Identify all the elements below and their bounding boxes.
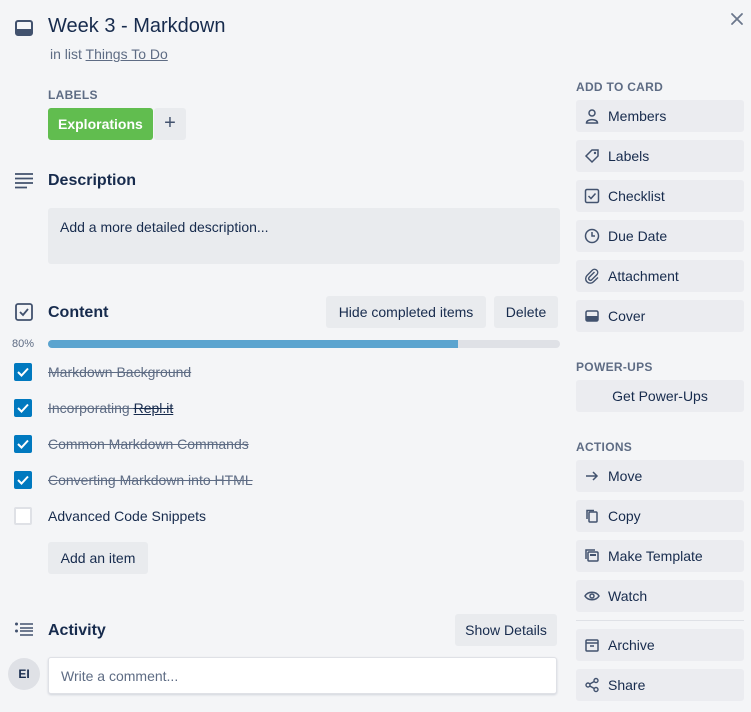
checkbox-checked[interactable]	[14, 363, 32, 381]
checklist-item-text: Incorporating	[48, 400, 134, 416]
checklist-item[interactable]: Converting Markdown into HTML	[48, 472, 253, 488]
checklist-item[interactable]: Markdown Background	[48, 364, 191, 380]
show-details-button[interactable]: Show Details	[455, 614, 557, 646]
add-item-button[interactable]: Add an item	[48, 542, 148, 574]
checkbox-checked[interactable]	[14, 471, 32, 489]
share-icon	[584, 677, 600, 693]
watch-label: Watch	[608, 588, 648, 604]
description-heading: Description	[48, 172, 137, 189]
watch-button[interactable]: Watch	[576, 580, 744, 612]
labels-heading: LABELS	[48, 88, 98, 102]
share-button[interactable]: Share	[576, 669, 744, 701]
due-date-button[interactable]: Due Date	[576, 220, 744, 252]
eye-icon	[584, 588, 600, 604]
card-list-info: in list Things To Do	[50, 46, 168, 62]
labels-button[interactable]: Labels	[576, 140, 744, 172]
description-icon	[14, 172, 34, 190]
replit-link[interactable]: Repl.it	[134, 400, 174, 416]
share-label: Share	[608, 677, 646, 693]
members-label: Members	[608, 108, 667, 124]
add-label-button[interactable]: +	[154, 108, 186, 140]
checklist-item[interactable]: Advanced Code Snippets	[48, 508, 206, 524]
checkbox-unchecked[interactable]	[14, 507, 32, 525]
checkbox-checked[interactable]	[14, 399, 32, 417]
archive-button[interactable]: Archive	[576, 629, 744, 661]
person-icon	[584, 108, 600, 124]
attachment-label: Attachment	[608, 268, 679, 284]
cover-label: Cover	[608, 308, 646, 324]
sidebar-divider	[576, 620, 744, 621]
checklist-icon	[584, 188, 600, 204]
cover-button[interactable]: Cover	[576, 300, 744, 332]
paperclip-icon	[584, 268, 600, 284]
attachment-button[interactable]: Attachment	[576, 260, 744, 292]
power-ups-heading: POWER-UPS	[576, 360, 653, 374]
progress-percent: 80%	[12, 338, 35, 350]
delete-checklist-button[interactable]: Delete	[494, 296, 558, 328]
archive-icon	[584, 637, 600, 653]
card-icon	[14, 18, 34, 38]
tag-icon	[584, 148, 600, 164]
clock-icon	[584, 228, 600, 244]
checklist-label: Checklist	[608, 188, 665, 204]
activity-heading: Activity	[48, 622, 106, 639]
activity-icon	[14, 622, 34, 640]
copy-button[interactable]: Copy	[576, 500, 744, 532]
hide-completed-button[interactable]: Hide completed items	[326, 296, 486, 328]
close-icon[interactable]	[726, 8, 748, 30]
checklist-button[interactable]: Checklist	[576, 180, 744, 212]
comment-input[interactable]	[49, 658, 556, 693]
labels-label: Labels	[608, 148, 650, 164]
checklist-heading[interactable]: Content	[48, 304, 108, 322]
label-explorations[interactable]: Explorations	[48, 108, 153, 140]
checkbox-checked[interactable]	[14, 435, 32, 453]
move-button[interactable]: Move	[576, 460, 744, 492]
progress-bar	[48, 340, 560, 348]
card-title[interactable]: Week 3 - Markdown	[48, 15, 225, 38]
archive-label: Archive	[608, 637, 655, 653]
due-date-label: Due Date	[608, 228, 668, 244]
add-to-card-heading: ADD TO CARD	[576, 80, 664, 94]
description-placeholder: Add a more detailed description...	[60, 219, 269, 235]
avatar[interactable]: EI	[8, 658, 40, 690]
copy-icon	[584, 508, 600, 524]
make-template-button[interactable]: Make Template	[576, 540, 744, 572]
comment-box[interactable]	[48, 657, 557, 694]
arrow-right-icon	[584, 468, 600, 484]
members-button[interactable]: Members	[576, 100, 744, 132]
checklist-item[interactable]: Incorporating Repl.it	[48, 400, 173, 416]
in-list-prefix: in list	[50, 46, 82, 62]
list-name-link[interactable]: Things To Do	[86, 46, 168, 62]
make-template-label: Make Template	[608, 548, 703, 564]
cover-icon	[584, 308, 600, 324]
checklist-icon	[14, 302, 34, 322]
description-field[interactable]: Add a more detailed description...	[48, 208, 560, 264]
move-label: Move	[608, 468, 643, 484]
progress-fill	[48, 340, 458, 348]
actions-heading: ACTIONS	[576, 440, 633, 454]
checklist-item[interactable]: Common Markdown Commands	[48, 436, 249, 452]
copy-label: Copy	[608, 508, 641, 524]
get-power-ups-button[interactable]: Get Power-Ups	[576, 380, 744, 412]
template-icon	[584, 548, 600, 564]
